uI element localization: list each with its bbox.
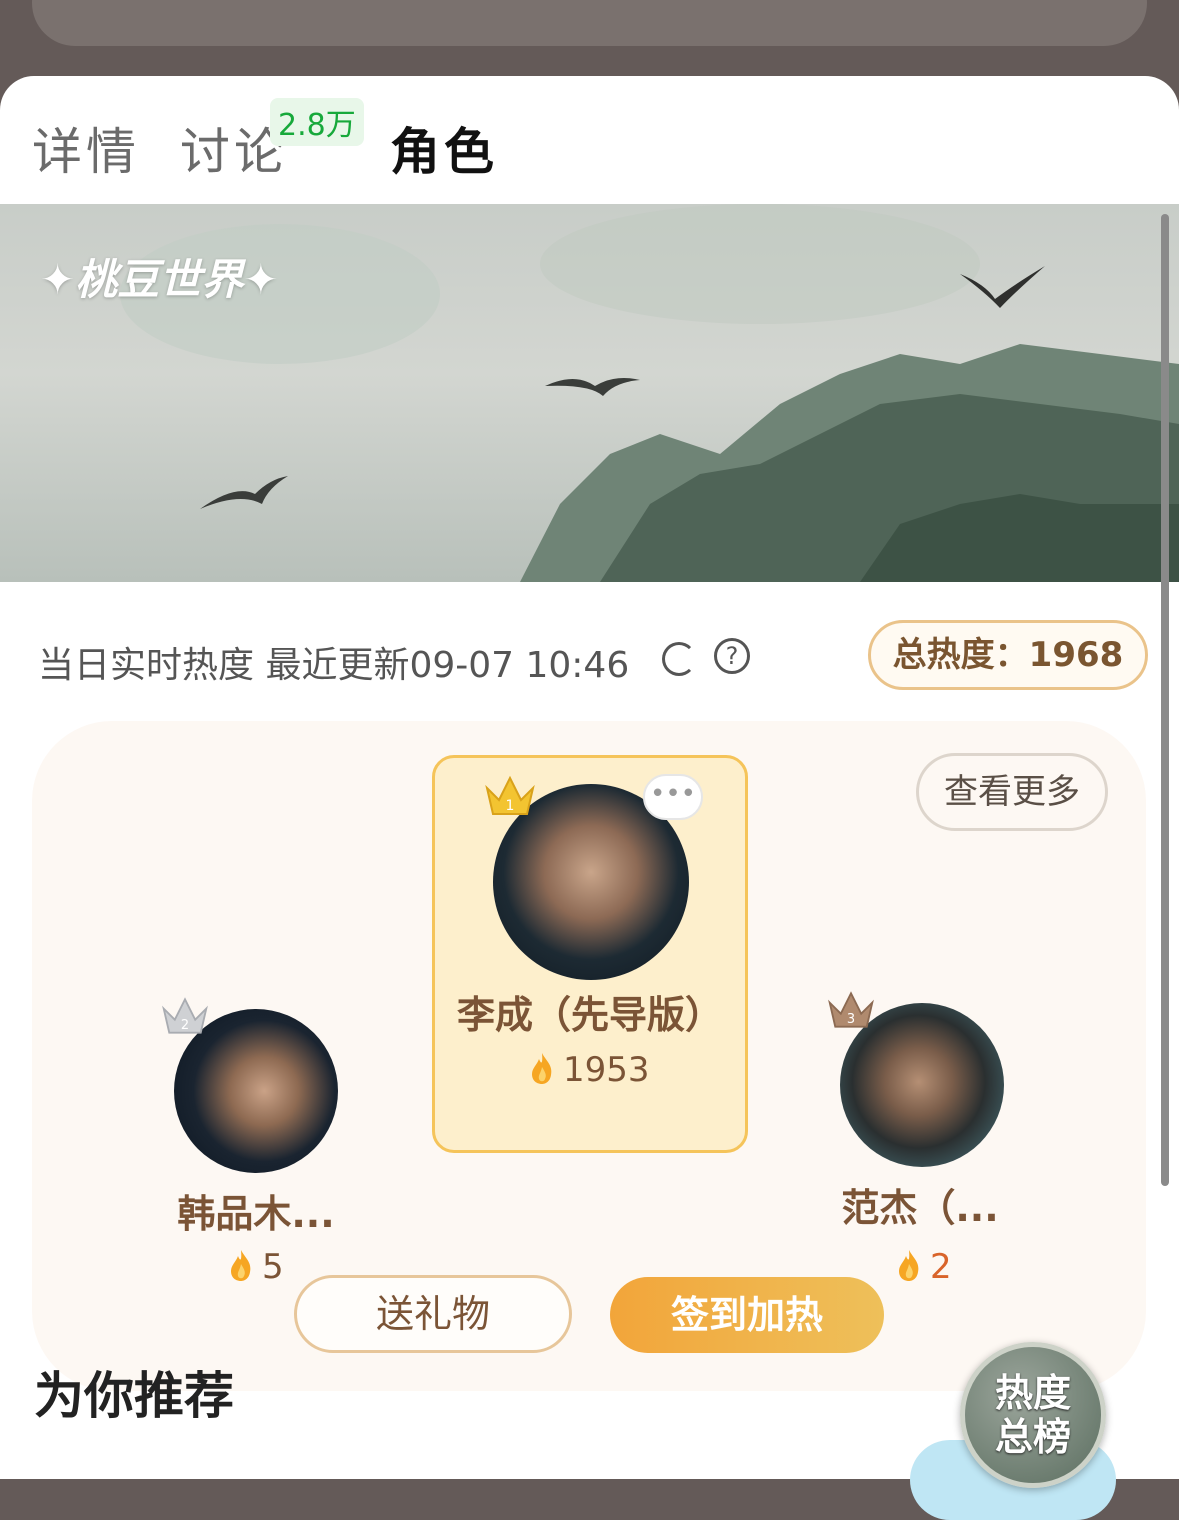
rank-third-score-wrap: 2 — [896, 1247, 952, 1287]
rank-first-card[interactable]: 1 ••• 李成（先导版） 1953 — [432, 755, 748, 1153]
fire-icon — [231, 1250, 251, 1281]
heat-update-label: 当日实时热度 最近更新09-07 10:46 — [38, 645, 630, 686]
svg-text:3: 3 — [847, 1012, 855, 1027]
rank-third-name: 范杰（... — [841, 1186, 999, 1230]
view-more-button[interactable]: 查看更多 — [916, 753, 1108, 831]
refresh-icon[interactable] — [662, 642, 696, 676]
heat-ranking-float-button[interactable]: 热度 总榜 — [960, 1342, 1106, 1488]
float-badge-line2: 总榜 — [994, 1415, 1071, 1459]
rank-third-score: 2 — [930, 1247, 952, 1287]
top-pill-bar — [32, 0, 1147, 46]
tab-details[interactable]: 详情 — [32, 112, 140, 184]
bronze-crown-icon: 3 — [828, 991, 874, 1028]
tab-characters[interactable]: 角色 — [390, 112, 498, 184]
total-heat-badge: 总热度：1968 — [868, 620, 1148, 690]
svg-text:2: 2 — [181, 1018, 189, 1033]
recommend-section-title: 为你推荐 — [34, 1367, 234, 1425]
gold-crown-icon: 1 — [485, 775, 535, 815]
fire-icon — [532, 1053, 552, 1084]
comment-bubble-icon[interactable]: ••• — [643, 774, 703, 820]
heat-info-row: 当日实时热度 最近更新09-07 10:46 ? 总热度：1968 — [38, 620, 1148, 690]
rank-second-name: 韩品木... — [177, 1192, 335, 1236]
send-gift-button[interactable]: 送礼物 — [294, 1275, 572, 1353]
rank-second-score: 5 — [262, 1247, 284, 1287]
scrollbar[interactable] — [1161, 214, 1169, 1186]
float-badge-line1: 热度 — [994, 1371, 1071, 1415]
rank-first-name: 李成（先导版） — [456, 993, 723, 1037]
brand-logo: ✦桃豆世界✦ — [40, 255, 279, 304]
ranking-panel: 查看更多 1 ••• 李成（先导版） 1953 2 韩品木... 5 3 范杰（… — [32, 721, 1146, 1391]
tab-bar: 详情 讨论 2.8万 角色 — [0, 76, 1179, 206]
checkin-heat-button[interactable]: 签到加热 — [610, 1277, 884, 1353]
rank-first-score-wrap: 1953 — [529, 1050, 650, 1090]
silver-crown-icon: 2 — [162, 997, 208, 1034]
svg-text:1: 1 — [506, 798, 515, 814]
fire-icon — [899, 1250, 919, 1281]
rank-first-score: 1953 — [563, 1050, 650, 1090]
banner-image: ✦桃豆世界✦ — [0, 204, 1179, 582]
bottom-sheet: 详情 讨论 2.8万 角色 ✦桃豆世界✦ 当日实时热度 最近更新09-07 10… — [0, 76, 1179, 1479]
rank-second-score-wrap: 5 — [228, 1247, 284, 1287]
help-icon[interactable]: ? — [714, 638, 750, 674]
discussion-count-badge: 2.8万 — [270, 98, 364, 146]
